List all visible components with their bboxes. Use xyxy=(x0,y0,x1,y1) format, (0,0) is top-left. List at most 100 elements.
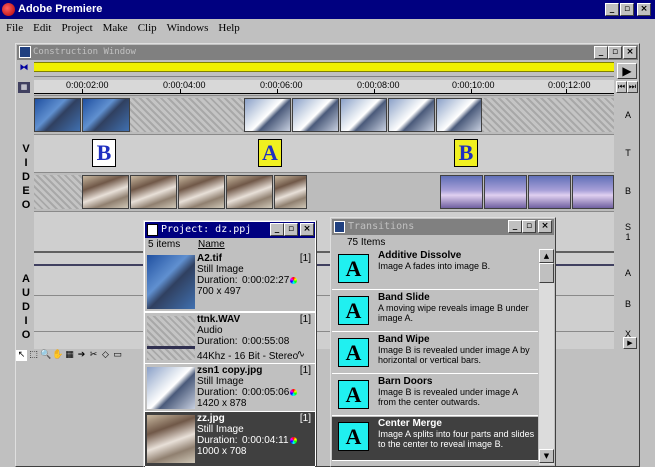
transition-a[interactable]: A xyxy=(258,139,282,167)
block-select-tool-icon[interactable]: ▦ xyxy=(64,350,75,361)
clip-zsn1-copy[interactable] xyxy=(292,98,339,132)
scroll-up-button[interactable]: ▲ xyxy=(539,249,554,263)
clip-sunset[interactable] xyxy=(440,175,483,209)
transition-b[interactable]: B xyxy=(454,139,478,167)
item-type: Audio xyxy=(197,325,223,336)
clip-zz-jpg[interactable] xyxy=(130,175,177,209)
menu-clip[interactable]: Clip xyxy=(138,22,157,34)
work-area-bar[interactable] xyxy=(34,62,614,72)
zoom-tool-icon[interactable]: 🔍 xyxy=(40,350,51,361)
transitions-minimize-button[interactable]: _ xyxy=(508,220,522,233)
transitions-close-button[interactable]: × xyxy=(538,220,552,233)
time-unit-icon[interactable]: ▦ xyxy=(18,82,30,93)
clip-zz-jpg[interactable] xyxy=(178,175,225,209)
project-item-selected[interactable]: zz.jpg [1] Still Image Duration: 0:00:04… xyxy=(145,412,315,467)
tool-palette: ↖ ⬚ 🔍 ✋ ▦ ➔ ✂ ◇ ▭ xyxy=(16,350,123,364)
color-icon xyxy=(290,277,297,284)
transition-item[interactable]: A Band Wipe Image B is revealed under im… xyxy=(332,333,538,374)
transition-item[interactable]: A Barn Doors Image B is revealed under i… xyxy=(332,375,538,416)
close-app-button[interactable]: × xyxy=(637,3,651,16)
clip-sunset[interactable] xyxy=(572,175,614,209)
ruler-tick xyxy=(82,89,83,94)
construction-maximize-button[interactable]: ▫ xyxy=(608,46,622,59)
hand-tool-icon[interactable]: ✋ xyxy=(52,350,63,361)
project-item[interactable]: ttnk.WAV [1] Audio Duration: 0:00:55:08 … xyxy=(145,313,315,364)
clip-zz-jpg[interactable] xyxy=(226,175,273,209)
maximize-app-button[interactable]: ▫ xyxy=(620,3,634,16)
transitions-window-icon xyxy=(334,221,345,233)
transitions-scrollbar[interactable]: ▲ ▼ xyxy=(539,249,554,465)
scroll-right-button[interactable]: ▶ xyxy=(623,337,637,349)
work-area-marker-icon[interactable]: ⧓ xyxy=(18,62,30,74)
construction-title-bar[interactable]: Construction Window xyxy=(17,45,638,60)
razor-tool-icon[interactable]: ✂ xyxy=(88,350,99,361)
clip-a2-tif[interactable] xyxy=(82,98,130,132)
clip-zsn1-copy[interactable] xyxy=(436,98,482,132)
duration-label: Duration: xyxy=(197,336,238,347)
marker-tool-icon[interactable]: ▭ xyxy=(112,350,123,361)
menu-file[interactable]: File xyxy=(6,22,23,34)
project-item[interactable]: A2.tif [1] Still Image Duration: 0:00:02… xyxy=(145,252,315,312)
video-track-b[interactable] xyxy=(34,172,614,211)
transition-description: Image B is revealed under image A by hor… xyxy=(378,345,530,365)
thumbnail-ttnk-wav xyxy=(147,316,195,360)
empty-track-area xyxy=(482,98,614,132)
video-track-a[interactable] xyxy=(34,95,614,134)
go-to-start-button[interactable]: ⏮ xyxy=(616,81,627,93)
project-item-count: 5 items xyxy=(148,239,181,250)
construction-close-button[interactable]: × xyxy=(623,46,637,59)
clip-a2-tif[interactable] xyxy=(34,98,81,132)
clip-zsn1-copy[interactable] xyxy=(340,98,387,132)
construction-minimize-button[interactable]: _ xyxy=(594,46,608,59)
transition-track[interactable]: B A B xyxy=(34,134,614,172)
item-dimensions: 1000 x 708 xyxy=(197,446,247,457)
thumbnail-zz-jpg xyxy=(147,415,195,463)
selection-tool-icon[interactable]: ↖ xyxy=(16,350,27,361)
play-preview-button[interactable]: ▶ xyxy=(617,63,637,79)
go-to-end-button[interactable]: ⏭ xyxy=(627,81,638,93)
video-section-label: V I D E O xyxy=(21,143,31,211)
name-column-header[interactable]: Name xyxy=(198,238,225,252)
app-title-bar: Adobe Premiere xyxy=(0,0,655,19)
transition-item-selected[interactable]: A Center Merge Image A splits into four … xyxy=(332,417,538,461)
track-label-t: T xyxy=(625,148,631,158)
work-area-track xyxy=(34,74,614,77)
clip-zz-jpg[interactable] xyxy=(82,175,129,209)
transitions-title: Transitions xyxy=(348,221,415,232)
project-maximize-button[interactable]: ▫ xyxy=(284,223,298,236)
clip-zsn1-copy[interactable] xyxy=(244,98,291,132)
transition-item[interactable]: A Band Slide A moving wipe reveals image… xyxy=(332,291,538,332)
transition-icon: A xyxy=(338,338,369,367)
minimize-app-button[interactable]: _ xyxy=(605,3,619,16)
in-out-tool-icon[interactable]: ◇ xyxy=(100,350,111,361)
clip-zsn1-copy[interactable] xyxy=(388,98,435,132)
thumbnail-zsn1-copy xyxy=(147,367,195,409)
menu-make[interactable]: Make xyxy=(103,22,128,34)
project-item[interactable]: zsn1 copy.jpg [1] Still Image Duration: … xyxy=(145,364,315,412)
duration-label: Duration: xyxy=(197,435,238,446)
project-close-button[interactable]: × xyxy=(300,223,314,236)
item-dimensions: 700 x 497 xyxy=(197,286,241,297)
scroll-thumb[interactable] xyxy=(539,263,554,283)
transitions-maximize-button[interactable]: ▫ xyxy=(522,220,536,233)
track-label-b: B xyxy=(624,186,631,196)
clip-sunset[interactable] xyxy=(484,175,527,209)
time-ruler[interactable]: 0:00:02:00 0:00:04:00 0:00:06:00 0:00:08… xyxy=(34,80,614,94)
clip-zz-jpg[interactable] xyxy=(274,175,307,209)
item-duration: 0:00:55:08 xyxy=(242,336,290,347)
scroll-down-button[interactable]: ▼ xyxy=(539,449,554,463)
track-label-s: S xyxy=(624,222,631,232)
menu-project[interactable]: Project xyxy=(61,22,92,34)
transition-b[interactable]: B xyxy=(92,139,116,167)
audio-section-label: A U D I O xyxy=(21,273,31,341)
menu-windows[interactable]: Windows xyxy=(167,22,209,34)
transition-item[interactable]: A Additive Dissolve Image A fades into i… xyxy=(332,249,538,290)
menu-edit[interactable]: Edit xyxy=(33,22,51,34)
menu-help[interactable]: Help xyxy=(218,22,239,34)
track-select-tool-icon[interactable]: ➔ xyxy=(76,350,87,361)
project-minimize-button[interactable]: _ xyxy=(270,223,284,236)
premiere-app-icon[interactable] xyxy=(2,3,15,16)
clip-sunset[interactable] xyxy=(528,175,571,209)
track-label-audio-b: B xyxy=(624,299,631,309)
range-select-tool-icon[interactable]: ⬚ xyxy=(28,350,39,361)
